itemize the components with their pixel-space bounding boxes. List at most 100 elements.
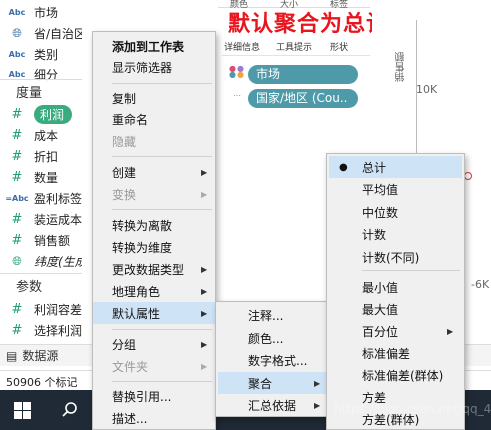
field-profit[interactable]: # 利润	[0, 104, 82, 124]
market-color-pill[interactable]: 市场	[248, 65, 358, 84]
axis-title: 销售额	[396, 52, 407, 82]
menu-item-group[interactable]: 分组 ▶	[93, 333, 215, 355]
submenu-arrow-icon: ▶	[201, 308, 208, 318]
tab-datasource[interactable]: ▤ 数据源	[6, 347, 58, 364]
menu-item-create[interactable]: 创建 ▶	[93, 161, 215, 183]
submenu-arrow-icon: ▶	[314, 378, 321, 388]
menu-item-sum[interactable]: ● 总计	[329, 156, 462, 178]
menu-item-comment[interactable]: 注释...	[216, 304, 326, 326]
field-name: 折扣	[34, 149, 59, 164]
color-dots-icon: ●● ●●	[229, 64, 245, 79]
menu-item-color[interactable]: 颜色...	[216, 327, 326, 349]
default-properties-submenu: 注释... 颜色... 数字格式... 聚合 ▶ 汇总依据 ▶	[215, 301, 327, 417]
menu-item-change-data-type[interactable]: 更改数据类型 ▶	[93, 258, 215, 280]
string-type-icon: Abc	[8, 49, 26, 59]
menu-item-std-dev[interactable]: 标准偏差	[327, 342, 464, 364]
detail-button[interactable]: 详细信息	[224, 40, 260, 53]
number-type-icon: #	[11, 211, 23, 227]
menu-item-add-to-sheet[interactable]: 添加到工作表	[93, 35, 215, 57]
field-name: 类别	[34, 47, 59, 62]
menu-item-show-filter[interactable]: 显示筛选器	[93, 56, 215, 78]
submenu-arrow-icon: ▶	[201, 167, 208, 177]
parameters-header: 参数	[16, 279, 43, 295]
menu-item-count[interactable]: 计数	[327, 223, 464, 245]
menu-item-total-using[interactable]: 汇总依据 ▶	[216, 394, 326, 416]
field-latitude[interactable]: 🌐︎ 纬度(生成)	[0, 251, 82, 271]
menu-item-percentile[interactable]: 百分位 ▶	[327, 320, 464, 342]
field-name: 省/自治区	[34, 26, 82, 41]
menu-separator	[112, 83, 212, 84]
windows-start-icon[interactable]	[14, 402, 31, 419]
menu-item-replace-references[interactable]: 替换引用...	[93, 385, 215, 407]
field-name: 市场	[34, 5, 59, 20]
menu-item-maximum[interactable]: 最大值	[327, 298, 464, 320]
field-province[interactable]: 🌐︎ 省/自治区	[0, 23, 82, 43]
field-name: 数量	[34, 170, 59, 185]
menu-item-count-distinct[interactable]: 计数(不同)	[327, 246, 464, 268]
globe-icon: 🌐︎	[12, 25, 22, 40]
shape-button[interactable]: 形状	[330, 40, 348, 53]
menu-item-average[interactable]: 平均值	[327, 178, 464, 200]
submenu-arrow-icon: ▶	[201, 189, 208, 199]
menu-item-hide: 隐藏	[112, 134, 137, 149]
field-name-selected: 利润	[34, 104, 73, 124]
field-context-menu: 添加到工作表 显示筛选器 复制 重命名 隐藏 创建 ▶ 变换 ▶ 转换为离散 转换为…	[92, 31, 216, 430]
detail-dots-icon: ⋯	[233, 91, 242, 100]
menu-separator	[112, 381, 212, 382]
menu-item-median[interactable]: 中位数	[327, 201, 464, 223]
data-mark	[464, 172, 472, 180]
search-icon[interactable]	[62, 402, 78, 418]
field-profit-label[interactable]: =Abc 盈利标签	[0, 188, 82, 208]
menu-item-aggregation[interactable]: 聚合 ▶	[218, 372, 326, 394]
field-shipping-cost[interactable]: # 装运成本	[0, 209, 82, 229]
field-name: 纬度(生成)	[34, 254, 82, 269]
menu-separator	[362, 270, 460, 271]
string-type-icon: Abc	[8, 69, 26, 79]
annotation-title: 默认聚合为总计	[228, 12, 390, 37]
field-name: 装运成本	[34, 212, 82, 227]
string-type-icon: Abc	[8, 7, 26, 17]
menu-item-rename[interactable]: 重命名	[93, 108, 215, 130]
tab-label: 数据源	[22, 349, 59, 363]
number-type-icon: #	[11, 127, 23, 143]
field-name: 利润容差	[34, 302, 82, 317]
tick-label: 10K	[416, 83, 438, 96]
menu-item-convert-discrete[interactable]: 转换为离散	[93, 214, 215, 236]
menu-item-describe[interactable]: 描述...	[93, 407, 215, 429]
field-name: 销售额	[34, 233, 71, 248]
menu-item-minimum[interactable]: 最小值	[327, 276, 464, 298]
tooltip-button[interactable]: 工具提示	[276, 40, 312, 53]
field-category[interactable]: Abc 类别	[0, 44, 82, 64]
field-name: 选择利润	[34, 323, 82, 338]
field-name: 成本	[34, 128, 59, 143]
param-select-profit[interactable]: # 选择利润	[0, 320, 82, 340]
field-quantity[interactable]: # 数量	[0, 167, 82, 187]
number-type-icon: #	[11, 106, 23, 122]
marks-count: 50906 个标记	[6, 376, 78, 389]
submenu-arrow-icon: ▶	[314, 400, 321, 410]
database-icon: ▤	[6, 348, 18, 363]
menu-item-default-properties[interactable]: 默认属性 ▶	[93, 302, 215, 324]
menu-item-std-dev-population[interactable]: 标准偏差(群体)	[327, 364, 464, 386]
param-profit-tolerance[interactable]: # 利润容差	[0, 299, 82, 319]
submenu-arrow-icon: ▶	[201, 264, 208, 274]
menu-separator	[112, 156, 212, 157]
country-detail-pill[interactable]: 国家/地区 (Cou..	[248, 89, 358, 108]
field-discount[interactable]: # 折扣	[0, 146, 82, 166]
tick-label: -6K	[471, 278, 490, 291]
number-type-icon: #	[11, 301, 23, 317]
menu-item-folder: 文件夹 ▶	[112, 359, 208, 374]
globe-icon: 🌐︎	[12, 253, 22, 268]
field-sales[interactable]: # 销售额	[0, 230, 82, 250]
calculated-string-icon: =Abc	[5, 193, 29, 203]
menu-item-geographic-role[interactable]: 地理角色 ▶	[93, 280, 215, 302]
menu-item-copy[interactable]: 复制	[93, 87, 215, 109]
aggregation-submenu: ● 总计 平均值 中位数 计数 计数(不同) 最小值 最大值 百分位 ▶ 标准偏差 …	[326, 153, 465, 430]
submenu-arrow-icon: ▶	[201, 339, 208, 349]
field-cost[interactable]: # 成本	[0, 125, 82, 145]
menu-item-number-format[interactable]: 数字格式...	[216, 349, 326, 371]
submenu-arrow-icon: ▶	[447, 326, 454, 336]
menu-item-convert-dimension[interactable]: 转换为维度	[93, 236, 215, 258]
field-market[interactable]: Abc 市场	[0, 2, 82, 22]
data-pane: Abc 市场 🌐︎ 省/自治区 Abc 类别 Abc 细分 度量 # 利润 # …	[0, 0, 82, 372]
